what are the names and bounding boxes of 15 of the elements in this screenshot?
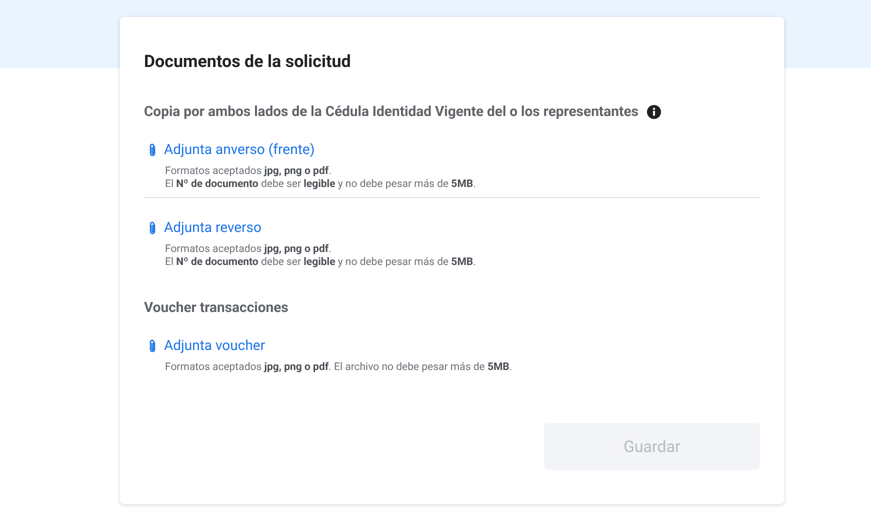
attach-link[interactable]: Adjunta voucher <box>148 338 266 354</box>
hint-text: Formatos aceptados jpg, png o pdf. <box>165 242 332 255</box>
section-heading: Copia por ambos lados de la Cédula Identidad Vigente del o los representantes <box>144 104 638 120</box>
paperclip-icon <box>148 221 157 235</box>
attach-link[interactable]: Adjunta reverso <box>148 220 262 236</box>
hint-text: Formatos aceptados jpg, png o pdf. El archivo no debe pesar más de 5MB. <box>165 360 514 373</box>
hint-text: Formatos aceptados jpg, png o pdf. <box>165 164 332 177</box>
hint-text: El Nº de documento debe ser legible y no debe pesar más de 5MB. <box>165 255 477 268</box>
paperclip-icon <box>148 339 157 353</box>
section-heading: Voucher transacciones <box>144 300 288 316</box>
hint-text: El Nº de documento debe ser legible y no debe pesar más de 5MB. <box>165 177 477 190</box>
paperclip-icon <box>148 143 157 157</box>
card-title: Documentos de la solicitud <box>144 51 352 74</box>
info-icon[interactable] <box>647 105 662 119</box>
attach-link[interactable]: Adjunta anverso (frente) <box>148 142 315 158</box>
